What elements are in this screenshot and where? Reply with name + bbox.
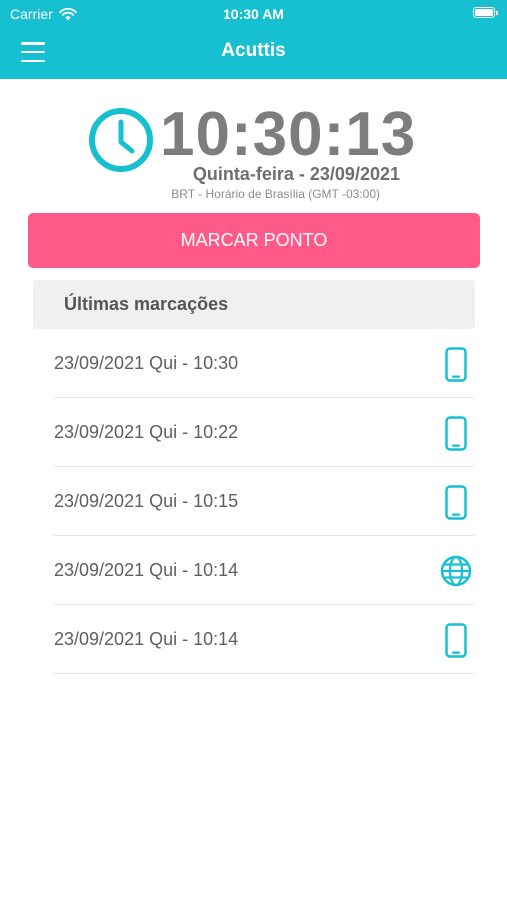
clock-timezone: BRT - Horário de Brasília (GMT -03:00) bbox=[171, 187, 380, 201]
phone-icon bbox=[440, 346, 472, 382]
phone-icon bbox=[440, 484, 472, 520]
phone-icon bbox=[440, 622, 472, 658]
clock-panel: 10:30:13 Quinta-feira - 23/09/2021 BRT -… bbox=[0, 79, 507, 209]
entry-text: 23/09/2021 Qui - 10:14 bbox=[54, 560, 239, 580]
status-bar: Carrier 10:30 AM bbox=[0, 0, 507, 28]
clock-date: Quinta-feira - 23/09/2021 bbox=[192, 164, 400, 184]
mark-time-button[interactable]: MARCAR PONTO bbox=[28, 213, 480, 268]
section-title: Últimas marcações bbox=[64, 294, 229, 314]
recent-marks-list: 23/09/2021 Qui - 10:30 23/09/2021 Qui - … bbox=[54, 329, 474, 674]
globe-icon bbox=[440, 553, 472, 589]
phone-icon bbox=[440, 415, 472, 451]
entry-text: 23/09/2021 Qui - 10:30 bbox=[54, 353, 239, 373]
battery-icon bbox=[473, 7, 498, 18]
recent-marks-header: Últimas marcações bbox=[33, 280, 475, 329]
list-item[interactable]: 23/09/2021 Qui - 10:22 bbox=[54, 398, 474, 467]
entry-text: 23/09/2021 Qui - 10:15 bbox=[54, 491, 239, 511]
clock-time: 10:30:13 bbox=[160, 100, 417, 169]
entry-text: 23/09/2021 Qui - 10:14 bbox=[54, 629, 239, 649]
app-header: Carrier 10:30 AM Acuttis bbox=[0, 0, 507, 79]
list-item[interactable]: 23/09/2021 Qui - 10:14 bbox=[54, 536, 474, 605]
list-item[interactable]: 23/09/2021 Qui - 10:14 bbox=[54, 605, 474, 674]
list-item[interactable]: 23/09/2021 Qui - 10:30 bbox=[54, 329, 474, 398]
entry-text: 23/09/2021 Qui - 10:22 bbox=[54, 422, 239, 442]
app-title: Acuttis bbox=[221, 40, 286, 61]
status-time: 10:30 AM bbox=[223, 6, 284, 22]
list-item[interactable]: 23/09/2021 Qui - 10:15 bbox=[54, 467, 474, 536]
